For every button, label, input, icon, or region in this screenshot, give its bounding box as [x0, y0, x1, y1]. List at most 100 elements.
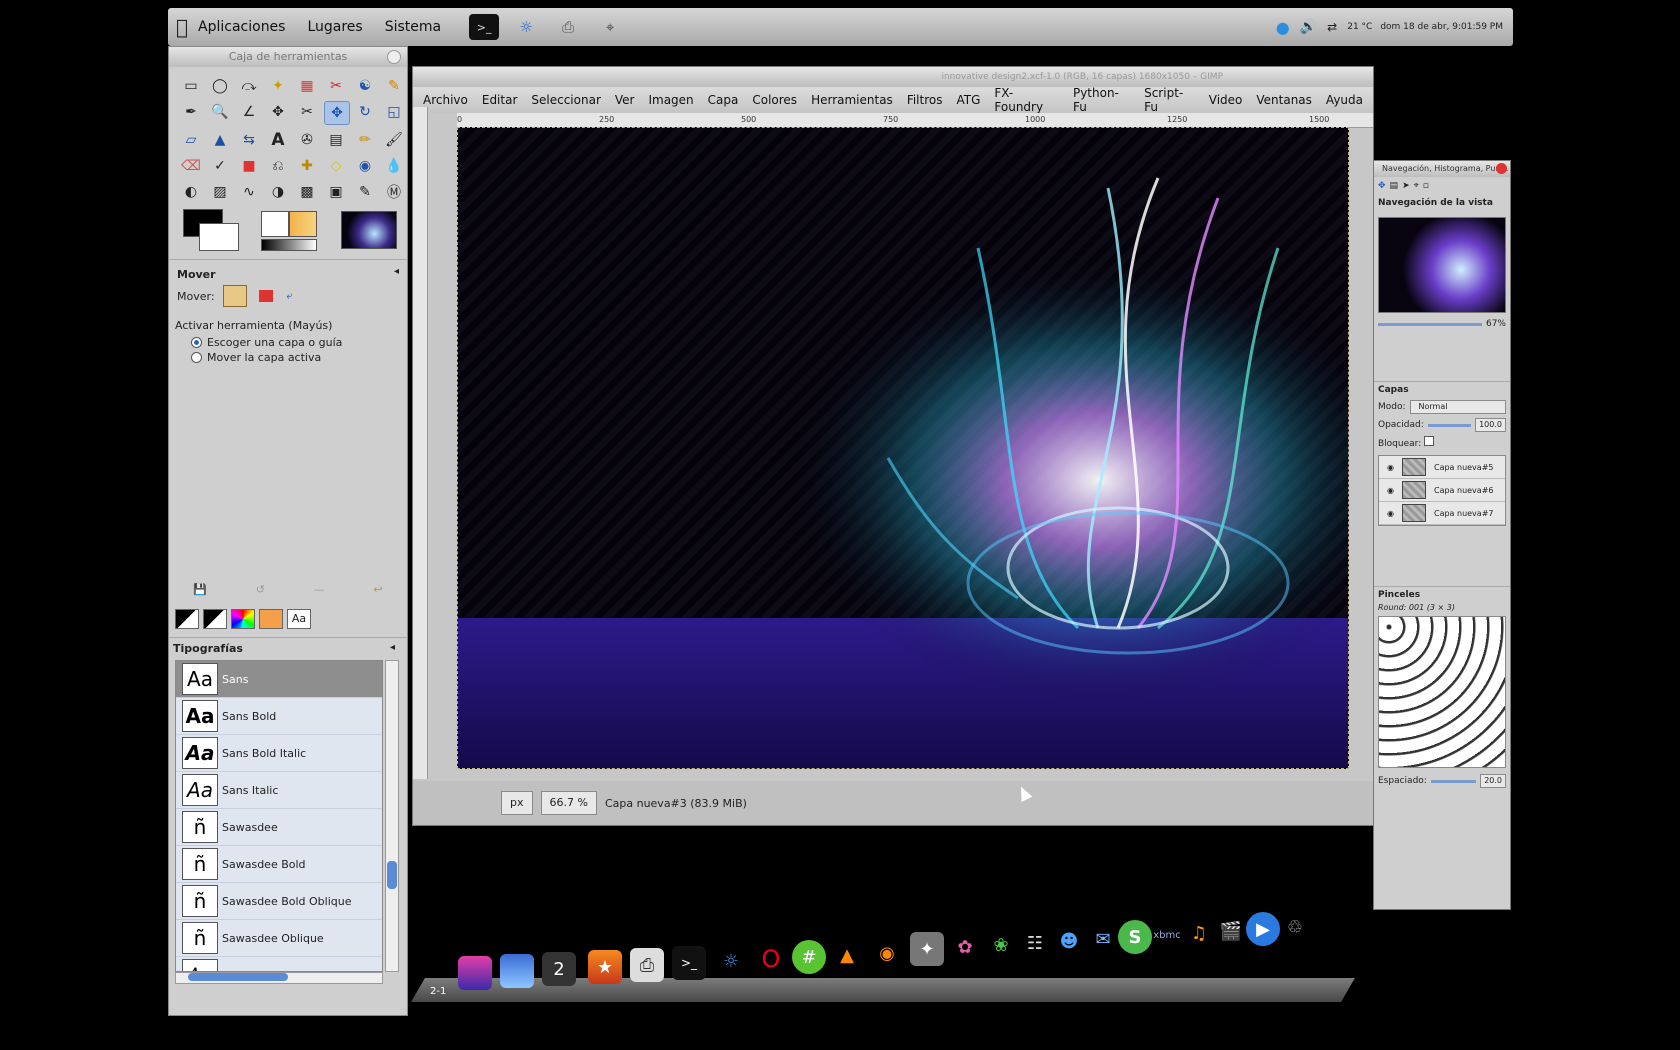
gradient-preview[interactable] [261, 239, 317, 251]
volume-icon[interactable]: 🔊 [1300, 19, 1317, 35]
skype-tray-icon[interactable]: ● [1276, 18, 1290, 37]
move-layer-mode-icon[interactable] [222, 285, 247, 307]
wallpaper-dock-icon[interactable] [500, 954, 534, 988]
threshold-icon[interactable]: ◑ [266, 181, 290, 203]
lock-checkbox[interactable] [1424, 436, 1435, 446]
smudge-icon[interactable]: 💧 [382, 155, 406, 177]
bucket-fill-icon[interactable]: ✇ [295, 129, 319, 151]
opera-dock-icon[interactable]: O [754, 942, 788, 976]
paths-icon[interactable]: ✎ [382, 75, 406, 97]
chat-dock-icon[interactable]: ✉ [1086, 922, 1120, 956]
paintbrush-icon[interactable]: 🖌 [382, 129, 406, 151]
ink-icon[interactable]: ■ [237, 155, 261, 177]
radio-pick-layer[interactable]: Escoger una capa o guía [191, 336, 403, 349]
tab-fg-bg2-icon[interactable] [203, 609, 227, 629]
align-icon[interactable]: ✥ [266, 101, 290, 123]
radio-dot-on[interactable] [191, 337, 202, 348]
font-list-item[interactable]: AaScriptina [176, 957, 382, 971]
workspace-dock-icon[interactable]: 2 [542, 952, 576, 986]
airbrush-icon[interactable]: ✓ [208, 155, 232, 177]
pidgin-dock-icon[interactable]: # [792, 940, 826, 974]
shear-icon[interactable]: ▱ [179, 129, 203, 151]
brush-grid[interactable] [1378, 616, 1506, 768]
hscroll-thumb[interactable] [188, 973, 288, 981]
delete-options-icon[interactable]: — [314, 583, 325, 596]
menu-system[interactable]: Sistema [385, 19, 441, 35]
menu-item[interactable]: FX-Foundry [994, 86, 1059, 114]
menu-item[interactable]: Python-Fu [1073, 86, 1130, 114]
perspective-icon[interactable]: ▲ [208, 129, 232, 151]
pattern-preview[interactable] [289, 211, 317, 237]
menu-item[interactable]: Archivo [423, 93, 468, 107]
tab-colors-icon[interactable] [259, 609, 283, 629]
tab-info-icon[interactable]: ▫ [1423, 181, 1429, 191]
close-icon[interactable] [1496, 163, 1507, 174]
flip-icon[interactable]: ⇆ [237, 129, 261, 151]
brightness-icon[interactable]: ▣ [324, 181, 348, 203]
layer-list[interactable]: ◉ Capa nueva#5 ◉ Capa nueva#6 ◉ Capa nueva#7 [1378, 455, 1506, 526]
nav-zoom-slider[interactable] [1378, 322, 1482, 326]
network-icon[interactable]: ⇄ [1327, 20, 1337, 34]
hue-icon[interactable]: ▩ [295, 181, 319, 203]
image-window-titlebar[interactable]: innovative design2.xcf-1.0 (RGB, 16 capa… [413, 67, 1373, 87]
radio-dot-off[interactable] [191, 352, 202, 363]
move-tool-icon[interactable]: ✥ [324, 101, 350, 125]
contacts-dock-icon[interactable]: ☻ [1052, 924, 1086, 958]
browser-launcher-icon[interactable]: ☼ [511, 14, 541, 40]
terminal-launcher-icon[interactable]: >_ [469, 14, 500, 40]
magic-wand-icon[interactable]: ✦ [266, 75, 290, 97]
dock-titlebar[interactable]: Navegación, Histograma, Pun… [1374, 161, 1510, 177]
brush-preview[interactable] [261, 211, 289, 237]
menu-item[interactable]: Seleccionar [531, 93, 600, 107]
flower-dock-icon[interactable]: ✿ [948, 930, 982, 964]
menu-item[interactable]: Herramientas [811, 93, 893, 107]
menu-item[interactable]: Video [1209, 93, 1243, 107]
lasso-icon[interactable]: ⤼ [237, 75, 261, 97]
font-list-scrollbar[interactable] [385, 660, 399, 972]
globe-dock-icon[interactable]: ☼ [714, 944, 748, 978]
move-path-mode-icon[interactable]: ⤶ [287, 289, 293, 303]
photos-dock-icon[interactable] [458, 956, 492, 990]
background-color-swatch[interactable] [199, 223, 239, 251]
zoom-icon[interactable]: 🔍 [208, 101, 232, 123]
menu-item[interactable]: Ayuda [1326, 93, 1363, 107]
xbmc-dock-icon[interactable]: xbmc [1150, 918, 1184, 952]
ellipse-select-icon[interactable]: ◯ [208, 75, 232, 97]
menu-item[interactable]: Capa [708, 93, 739, 107]
printer-launcher-icon[interactable]: ⎙ [553, 14, 583, 40]
docs-dock-icon[interactable]: ☷ [1018, 926, 1052, 960]
player-dock-icon[interactable]: ▶ [1246, 912, 1280, 946]
menu-item[interactable]: ATG [956, 93, 980, 107]
menu-item[interactable]: Editar [482, 93, 518, 107]
visibility-eye-icon[interactable]: ◉ [1387, 509, 1394, 518]
close-icon[interactable] [387, 50, 401, 64]
target-launcher-icon[interactable]: ⌖ [595, 14, 625, 40]
font-list-item[interactable]: Aa Sans [176, 661, 382, 698]
move-selection-mode-icon[interactable] [258, 290, 273, 302]
levels-icon[interactable]: ▨ [208, 181, 232, 203]
font-list-item[interactable]: ñ Sawasdee [176, 809, 382, 846]
layer-row[interactable]: ◉ Capa nueva#5 [1379, 456, 1505, 479]
tab-navigation-icon[interactable]: ✥ [1378, 181, 1386, 191]
spacing-input[interactable]: 20.0 [1480, 774, 1506, 788]
clone-icon[interactable]: ⎌ [266, 155, 290, 177]
panel-menu-icon[interactable]: ◂ [394, 266, 399, 277]
scroll-thumb[interactable] [387, 861, 397, 889]
visibility-eye-icon[interactable]: ◉ [1387, 463, 1394, 472]
perspective-clone-icon[interactable]: ◇ [324, 155, 348, 177]
menu-item[interactable]: Colores [752, 93, 797, 107]
menu-item[interactable]: Imagen [648, 93, 693, 107]
eraser-icon[interactable]: ⌫ [179, 155, 203, 177]
vlc-dock-icon[interactable]: ▲ [830, 938, 864, 972]
layer-row[interactable]: ◉ Capa nueva#6 [1379, 479, 1505, 502]
tab-histogram-icon[interactable]: ▤ [1390, 181, 1399, 191]
clock-text[interactable]: dom 18 de abr, 9:01:59 PM [1380, 22, 1503, 32]
save-options-icon[interactable]: 💾 [193, 583, 207, 596]
menu-item[interactable]: Ver [615, 93, 635, 107]
font-list-item[interactable]: Aa Sans Bold Italic [176, 735, 382, 772]
guitar-dock-icon[interactable]: ♫ [1182, 916, 1216, 950]
measure-icon[interactable]: ∠ [237, 101, 261, 123]
mode-select[interactable]: Normal [1409, 400, 1506, 414]
font-list-item[interactable]: Aa Sans Italic [176, 772, 382, 809]
active-image-thumbnail[interactable] [341, 211, 397, 249]
